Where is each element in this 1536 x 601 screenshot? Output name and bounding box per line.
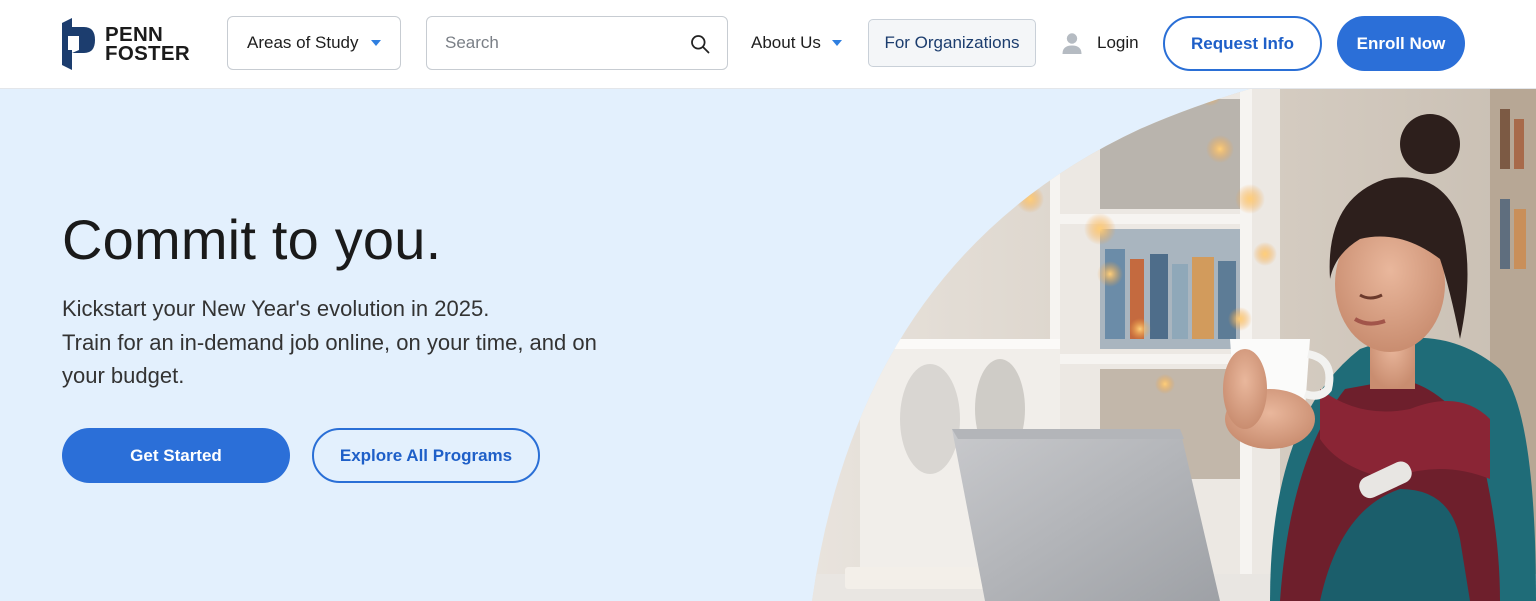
hero-subtitle-line: Kickstart your New Year's evolution in 2… <box>62 296 490 321</box>
areas-of-study-dropdown[interactable]: Areas of Study <box>227 16 401 70</box>
search-icon[interactable] <box>690 34 710 54</box>
login-link[interactable]: Login <box>1060 16 1139 70</box>
hero-subtitle: Kickstart your New Year's evolution in 2… <box>62 292 642 393</box>
explore-all-programs-label: Explore All Programs <box>339 445 513 465</box>
get-started-label: Get Started <box>130 445 222 465</box>
hero-subtitle-line: Train for an in-demand job online, on yo… <box>62 329 597 355</box>
site-header: PENN FOSTER Areas of Study About Us For … <box>0 0 1536 89</box>
search-box <box>426 16 728 70</box>
hero-section: Commit to you. Kickstart your New Year's… <box>0 89 1536 601</box>
enroll-now-label: Enroll Now <box>1356 33 1446 53</box>
search-input[interactable] <box>427 17 677 69</box>
logo-wordmark: PENN FOSTER <box>105 24 190 65</box>
site-logo[interactable]: PENN FOSTER <box>62 17 202 71</box>
about-us-menu[interactable]: About Us <box>751 16 842 70</box>
request-info-label: Request Info <box>1191 33 1294 53</box>
penn-foster-logo-icon <box>62 18 95 70</box>
enroll-now-button[interactable]: Enroll Now <box>1337 16 1465 71</box>
get-started-button[interactable]: Get Started <box>62 428 290 483</box>
chevron-down-icon <box>370 40 381 46</box>
for-organizations-label: For Organizations <box>884 33 1020 52</box>
hero-title: Commit to you. <box>62 208 442 271</box>
about-us-label: About Us <box>751 33 821 52</box>
login-label: Login <box>1097 33 1139 52</box>
for-organizations-button[interactable]: For Organizations <box>868 19 1036 67</box>
request-info-button[interactable]: Request Info <box>1163 16 1322 71</box>
hero-photo <box>812 89 1536 601</box>
areas-of-study-label: Areas of Study <box>247 33 359 52</box>
user-icon <box>1062 33 1082 54</box>
explore-all-programs-button[interactable]: Explore All Programs <box>312 428 540 483</box>
chevron-down-icon <box>831 40 842 46</box>
logo-line-2: FOSTER <box>105 42 190 65</box>
hero-subtitle-line: your budget. <box>62 363 185 388</box>
